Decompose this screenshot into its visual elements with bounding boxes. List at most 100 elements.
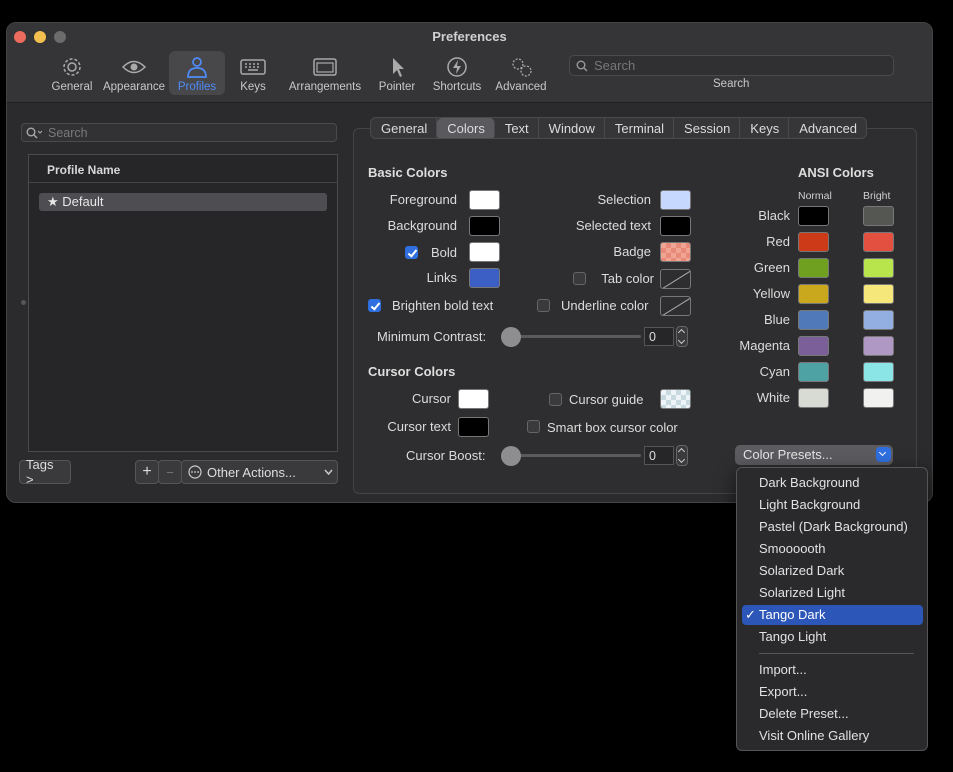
tab-window[interactable]: Window xyxy=(539,118,605,138)
ansi-bright-header: Bright xyxy=(863,190,891,202)
badge-color-well[interactable] xyxy=(660,242,691,262)
bold-color-well[interactable] xyxy=(469,242,500,262)
ansi-green-normal-color-well[interactable] xyxy=(798,258,829,278)
cursor-boost-stepper[interactable] xyxy=(676,445,688,466)
selection-color-well[interactable] xyxy=(660,190,691,210)
menu-item-light-background[interactable]: Light Background xyxy=(742,495,923,515)
menu-item-tango-dark-label: Tango Dark xyxy=(759,607,826,622)
ansi-blue-bright-color-well[interactable] xyxy=(863,310,894,330)
toolbar-appearance[interactable]: Appearance xyxy=(99,51,169,95)
tab-terminal[interactable]: Terminal xyxy=(605,118,675,138)
menu-item-dark-background[interactable]: Dark Background xyxy=(742,473,923,493)
other-actions-menu[interactable]: Other Actions... xyxy=(181,460,338,484)
badge-label: Badge xyxy=(613,244,651,259)
selected-text-label: Selected text xyxy=(575,218,651,233)
menu-item-export[interactable]: Export... xyxy=(742,682,923,702)
menu-item-solarized-dark[interactable]: Solarized Dark xyxy=(742,561,923,581)
ansi-label-magenta: Magenta xyxy=(739,338,790,353)
cursor-boost-slider[interactable] xyxy=(503,454,641,457)
cursor-color-well[interactable] xyxy=(458,389,489,409)
ansi-yellow-bright-color-well[interactable] xyxy=(863,284,894,304)
minimum-contrast-stepper[interactable] xyxy=(676,326,688,347)
menu-item-solarized-light[interactable]: Solarized Light xyxy=(742,583,923,603)
underline-color-checkbox[interactable] xyxy=(537,299,550,312)
ansi-white-bright-color-well[interactable] xyxy=(863,388,894,408)
tab-advanced[interactable]: Advanced xyxy=(789,118,866,138)
toolbar-arrangements[interactable]: Arrangements xyxy=(281,51,369,95)
tab-text[interactable]: Text xyxy=(495,118,539,138)
ansi-cyan-bright-color-well[interactable] xyxy=(863,362,894,382)
selected-text-color-well[interactable] xyxy=(660,216,691,236)
menu-item-tango-dark[interactable]: ✓ Tango Dark xyxy=(742,605,923,625)
ansi-colors-title: ANSI Colors xyxy=(798,165,874,180)
ansi-blue-normal-color-well[interactable] xyxy=(798,310,829,330)
tags-button[interactable]: Tags > xyxy=(19,457,71,487)
menu-item-pastel-dark-background[interactable]: Pastel (Dark Background) xyxy=(742,517,923,537)
gear-icon xyxy=(63,58,81,76)
foreground-color-well[interactable] xyxy=(469,190,500,210)
menu-item-visit-online-gallery[interactable]: Visit Online Gallery xyxy=(742,726,923,746)
ansi-green-bright-color-well[interactable] xyxy=(863,258,894,278)
toolbar-pointer[interactable]: Pointer xyxy=(369,51,425,95)
background-color-well[interactable] xyxy=(469,216,500,236)
ansi-red-bright-color-well[interactable] xyxy=(863,232,894,252)
menu-item-delete-preset[interactable]: Delete Preset... xyxy=(742,704,923,724)
cursor-guide-label: Cursor guide xyxy=(569,392,644,407)
background-label: Background xyxy=(387,218,457,233)
smart-box-cursor-checkbox[interactable] xyxy=(527,420,540,433)
profile-tabs: General Colors Text Window Terminal Sess… xyxy=(370,117,868,139)
ansi-white-normal-color-well[interactable] xyxy=(798,388,829,408)
color-presets-button[interactable]: Color Presets... xyxy=(735,445,893,465)
links-color-well[interactable] xyxy=(469,268,500,288)
toolbar-advanced[interactable]: Advanced xyxy=(489,51,553,95)
minimum-contrast-slider-knob[interactable] xyxy=(501,327,521,347)
tab-colors[interactable]: Colors xyxy=(437,118,495,138)
cursor-boost-value[interactable]: 0 xyxy=(644,446,674,465)
profile-search-field[interactable] xyxy=(21,123,337,142)
tab-keys[interactable]: Keys xyxy=(740,118,790,138)
search-icon xyxy=(26,127,43,138)
underline-color-label: Underline color xyxy=(561,298,649,313)
split-handle[interactable] xyxy=(21,300,26,305)
tab-session[interactable]: Session xyxy=(674,118,741,138)
ansi-black-normal-color-well[interactable] xyxy=(798,206,829,226)
ansi-normal-header: Normal xyxy=(798,190,832,202)
ansi-label-black: Black xyxy=(758,208,790,223)
profile-name-column-header[interactable]: Profile Name xyxy=(29,155,337,183)
ansi-magenta-bright-color-well[interactable] xyxy=(863,336,894,356)
menu-item-smoooooth[interactable]: Smoooooth xyxy=(742,539,923,559)
toolbar-profiles[interactable]: Profiles xyxy=(169,51,225,95)
preferences-window: Preferences General Appearance Profiles … xyxy=(6,22,933,503)
minimum-contrast-slider[interactable] xyxy=(503,335,641,338)
underline-color-well[interactable] xyxy=(660,296,691,316)
toolbar-general[interactable]: General xyxy=(45,51,99,95)
cursor-boost-slider-knob[interactable] xyxy=(501,446,521,466)
chevron-down-icon xyxy=(876,447,891,462)
cursor-guide-color-well[interactable] xyxy=(660,389,691,409)
cursor-boost-label: Cursor Boost: xyxy=(406,448,486,463)
minimum-contrast-value[interactable]: 0 xyxy=(644,327,674,346)
toolbar-shortcuts[interactable]: Shortcuts xyxy=(425,51,489,95)
menu-item-tango-light[interactable]: Tango Light xyxy=(742,627,923,647)
menu-item-import[interactable]: Import... xyxy=(742,660,923,680)
toolbar-keys[interactable]: Keys xyxy=(225,51,281,95)
ansi-label-yellow: Yellow xyxy=(752,286,790,301)
ansi-black-bright-color-well[interactable] xyxy=(863,206,894,226)
profile-item-default[interactable]: ★ Default xyxy=(39,193,327,211)
tab-color-checkbox[interactable] xyxy=(573,272,586,285)
brighten-bold-checkbox[interactable] xyxy=(368,299,381,312)
add-profile-button[interactable]: + xyxy=(135,460,159,484)
toolbar-search-field[interactable] xyxy=(569,55,894,76)
color-presets-label: Color Presets... xyxy=(743,447,833,462)
toolbar-search-input[interactable] xyxy=(594,58,874,73)
tab-general[interactable]: General xyxy=(371,118,438,138)
remove-profile-button[interactable]: − xyxy=(158,460,182,484)
ansi-yellow-normal-color-well[interactable] xyxy=(798,284,829,304)
ansi-cyan-normal-color-well[interactable] xyxy=(798,362,829,382)
tab-color-well[interactable] xyxy=(660,269,691,289)
profile-search-input[interactable] xyxy=(48,125,328,140)
ansi-magenta-normal-color-well[interactable] xyxy=(798,336,829,356)
ansi-red-normal-color-well[interactable] xyxy=(798,232,829,252)
cursor-text-color-well[interactable] xyxy=(458,417,489,437)
cursor-guide-checkbox[interactable] xyxy=(549,393,562,406)
